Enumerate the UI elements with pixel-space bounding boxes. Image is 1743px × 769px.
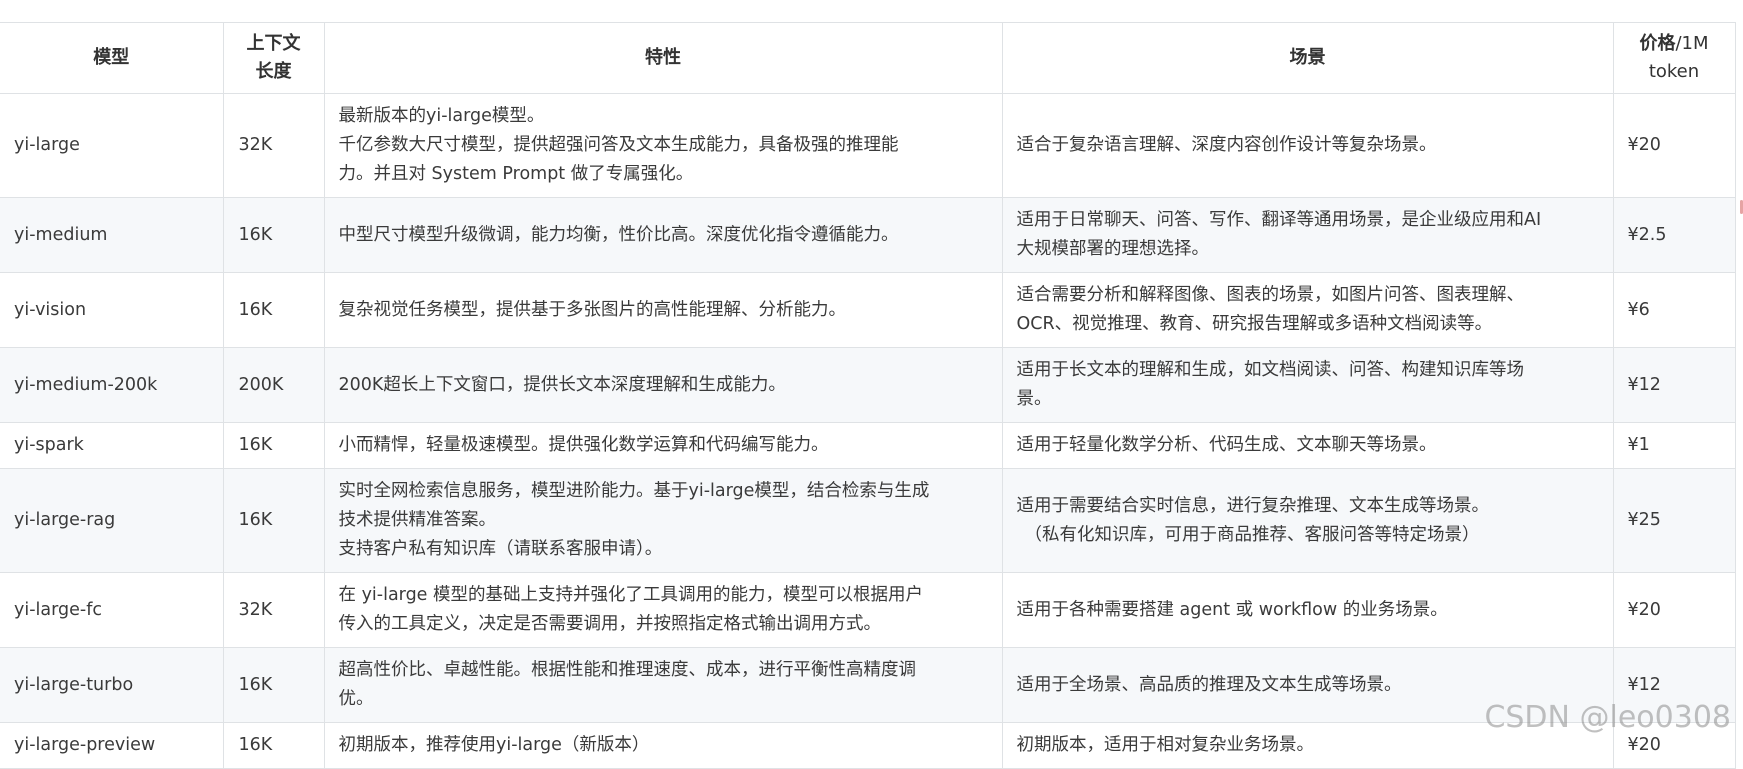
cell-model: yi-large-fc — [0, 572, 224, 648]
cell-model: yi-large — [0, 93, 224, 198]
scenario-line: 大规模部署的理想选择。 — [1016, 239, 1210, 259]
cell-scenarios: 适合需要分析和解释图像、图表的场景，如图片问答、图表理解、 OCR、视觉推理、教育… — [1001, 272, 1614, 348]
header-price-label: 价格 — [1639, 33, 1676, 54]
cell-scenarios: 适用于长文本的理解和生成，如文档阅读、问答、构建知识库等场 景。 — [1001, 347, 1614, 423]
cell-features: 实时全网检索信息服务，模型进阶能力。基于yi-large模型，结合检索与生成 技术… — [323, 468, 1003, 573]
scenario-line: 适用于各种需要搭建 agent 或 workflow 的业务场景。 — [1016, 599, 1448, 620]
cell-context-length: 16K — [222, 647, 325, 723]
model-pricing-table: 模型 上下文 长度 特性 场景 价格/1M token yi-large 32K 最… — [0, 22, 1736, 769]
table-row: yi-medium 16K 中型尺寸模型升级微调，能力均衡，性价比高。深度优化指令遵… — [0, 197, 1736, 273]
scenario-line: （私有化知识库，可用于商品推荐、客服问答等特定场景） — [1024, 524, 1480, 545]
feature-line: 力。并且对 System Prompt 做了专属强化。 — [338, 164, 694, 184]
scenario-line: 初期版本，适用于相对复杂业务场景。 — [1016, 735, 1315, 755]
scenario-line: 适用于轻量化数学分析、代码生成、文本聊天等场景。 — [1016, 435, 1437, 455]
cell-features: 最新版本的yi-large模型。千亿参数大尺寸模型，提供超强问答及文本生成能力，… — [323, 93, 1003, 198]
cell-price: ¥20 — [1612, 93, 1736, 198]
cell-context-length: 16K — [222, 722, 325, 769]
header-scenarios: 场景 — [1001, 22, 1614, 94]
cell-scenarios: 适用于轻量化数学分析、代码生成、文本聊天等场景。 — [1001, 422, 1614, 469]
cell-scenarios: 适用于各种需要搭建 agent 或 workflow 的业务场景。 — [1001, 572, 1614, 648]
scenario-line: 适用于长文本的理解和生成，如文档阅读、问答、构建知识库等场 — [1016, 360, 1525, 380]
scenario-line: OCR、视觉推理、教育、研究报告理解或多语种文档阅读等。 — [1016, 314, 1493, 334]
cell-features: 中型尺寸模型升级微调，能力均衡，性价比高。深度优化指令遵循能力。 — [323, 197, 1003, 273]
scenario-line: 景。 — [1016, 389, 1052, 409]
scenario-line: 适合需要分析和解释图像、图表的场景，如图片问答、图表理解、 — [1016, 285, 1525, 305]
table-header-row: 模型 上下文 长度 特性 场景 价格/1M token — [0, 22, 1736, 94]
feature-line: 小而精悍，轻量极速模型。提供强化数学运算和代码编写能力。 — [338, 435, 829, 455]
cell-features: 超高性价比、卓越性能。根据性能和推理速度、成本，进行平衡性高精度调 优。 — [323, 647, 1003, 723]
feature-line: 传入的工具定义，决定是否需要调用，并按照指定格式输出调用方式。 — [338, 614, 882, 634]
cell-price: ¥1 — [1612, 422, 1736, 469]
feature-line: 在 yi-large 模型的基础上支持并强化了工具调用的能力，模型可以根据用户 — [338, 585, 924, 605]
header-price: 价格/1M token — [1612, 22, 1736, 94]
cell-context-length: 32K — [222, 572, 325, 648]
header-context-line2: 长度 — [255, 61, 292, 82]
header-context-length: 上下文 长度 — [222, 22, 325, 94]
cell-price: ¥20 — [1612, 572, 1736, 648]
table-body: yi-large 32K 最新版本的yi-large模型。 千亿参数大尺寸模型，提供超… — [0, 93, 1736, 769]
header-features: 特性 — [323, 22, 1003, 94]
cell-context-length: 16K — [222, 422, 325, 469]
table-row: yi-large-turbo 16K 超高性价比、卓越性能。根据性能和推理速度、成本… — [0, 647, 1736, 723]
feature-line: 初期版本，推荐使用yi-large（新版本） — [338, 735, 650, 755]
table-row: yi-large-rag 16K 实时全网检索信息服务，模型进阶能力。基于yi-la… — [0, 468, 1736, 573]
cell-context-length: 16K — [222, 468, 325, 573]
cell-features: 初期版本，推荐使用yi-large（新版本） — [323, 722, 1003, 769]
cell-price: ¥25 — [1612, 468, 1736, 573]
feature-line: 千亿参数大尺寸模型，提供超强问答及文本生成能力，具备极强的推理能 — [338, 135, 899, 155]
table-row: yi-spark 16K 小而精悍，轻量极速模型。提供强化数学运算和代码编写能力。 适… — [0, 422, 1736, 469]
cell-model: yi-large-preview — [0, 722, 224, 769]
cell-context-length: 200K — [222, 347, 325, 423]
scenario-line: 适用于日常聊天、问答、写作、翻译等通用场景，是企业级应用和AI — [1016, 210, 1542, 230]
cell-scenarios: 适用于需要结合实时信息，进行复杂推理、文本生成等场景。 （私有化知识库，可用于商品… — [1001, 468, 1614, 573]
header-model: 模型 — [0, 22, 224, 94]
cell-context-length: 32K — [222, 93, 325, 198]
feature-line: 优。 — [338, 689, 374, 709]
feature-line: 实时全网检索信息服务，模型进阶能力。基于yi-large模型，结合检索与生成 — [338, 481, 930, 501]
feature-line: 超高性价比、卓越性能。根据性能和推理速度、成本，进行平衡性高精度调 — [338, 660, 917, 680]
feature-line: 复杂视觉任务模型，提供基于多张图片的高性能理解、分析能力。 — [338, 299, 847, 320]
header-price-unit: /1M — [1675, 33, 1709, 54]
cell-context-length: 16K — [222, 197, 325, 273]
cell-model: yi-medium — [0, 197, 224, 273]
cell-features: 小而精悍，轻量极速模型。提供强化数学运算和代码编写能力。 — [323, 422, 1003, 469]
table-row: yi-large-preview 16K 初期版本，推荐使用yi-large（新版本… — [0, 722, 1736, 769]
feature-line: 支持客户私有知识库（请联系客服申请）。 — [338, 539, 663, 559]
scenario-line: 适合于复杂语言理解、深度内容创作设计等复杂场景。 — [1016, 135, 1437, 155]
cell-model: yi-spark — [0, 422, 224, 469]
cell-price: ¥12 — [1612, 347, 1736, 423]
table-row: yi-medium-200k 200K 200K超长上下文窗口，提供长文本深度理解和… — [0, 347, 1736, 423]
scenario-line: 适用于全场景、高品质的推理及文本生成等场景。 — [1016, 674, 1402, 695]
feature-line: 最新版本的yi-large模型。 — [338, 106, 545, 126]
model-pricing-table-wrap: 模型 上下文 长度 特性 场景 价格/1M token yi-large 32K 最… — [0, 22, 1743, 769]
cell-features: 在 yi-large 模型的基础上支持并强化了工具调用的能力，模型可以根据用户传… — [323, 572, 1003, 648]
table-row: yi-large-fc 32K 在 yi-large 模型的基础上支持并强化了工具调… — [0, 572, 1736, 648]
table-row: yi-vision 16K 复杂视觉任务模型，提供基于多张图片的高性能理解、分析能力… — [0, 272, 1736, 348]
cell-features: 复杂视觉任务模型，提供基于多张图片的高性能理解、分析能力。 — [323, 272, 1003, 348]
cell-context-length: 16K — [222, 272, 325, 348]
cell-price: ¥6 — [1612, 272, 1736, 348]
header-context-line1: 上下文 — [246, 33, 301, 54]
feature-line: 中型尺寸模型升级微调，能力均衡，性价比高。深度优化指令遵循能力。 — [338, 224, 899, 245]
cell-model: yi-medium-200k — [0, 347, 224, 423]
feature-line: 200K超长上下文窗口，提供长文本深度理解和生成能力。 — [338, 374, 786, 395]
cell-model: yi-large-turbo — [0, 647, 224, 723]
header-price-token: token — [1648, 61, 1700, 82]
scenario-line: 适用于需要结合实时信息，进行复杂推理、文本生成等场景。 — [1016, 495, 1490, 516]
table-row: yi-large 32K 最新版本的yi-large模型。 千亿参数大尺寸模型，提供超… — [0, 93, 1736, 198]
cell-price: ¥2.5 — [1612, 197, 1736, 273]
cell-scenarios: 适合于复杂语言理解、深度内容创作设计等复杂场景。 — [1001, 93, 1614, 198]
cell-model: yi-large-rag — [0, 468, 224, 573]
feature-line: 技术提供精准答案。 — [338, 510, 497, 530]
cell-model: yi-vision — [0, 272, 224, 348]
cell-features: 200K超长上下文窗口，提供长文本深度理解和生成能力。 — [323, 347, 1003, 423]
cell-scenarios: 适用于日常聊天、问答、写作、翻译等通用场景，是企业级应用和AI 大规模部署的理想选… — [1001, 197, 1614, 273]
csdn-watermark: CSDN @leo0308 — [1484, 700, 1731, 735]
